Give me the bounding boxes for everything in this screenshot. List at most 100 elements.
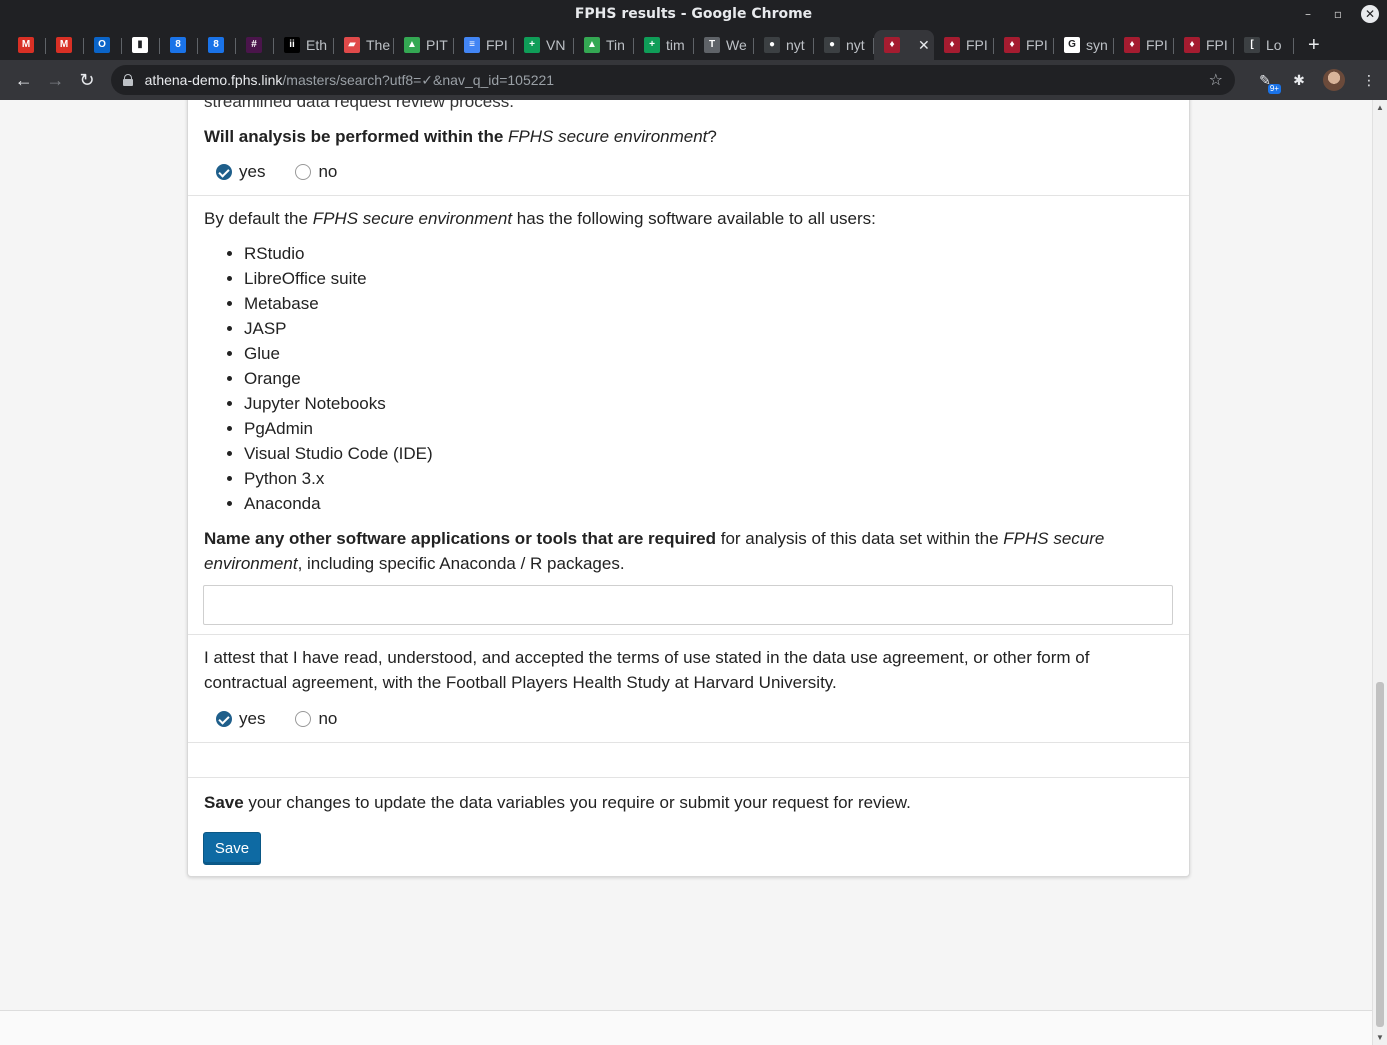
- browser-tab[interactable]: M: [8, 30, 46, 60]
- puzzle-icon[interactable]: ✱: [1289, 70, 1309, 90]
- menu-dots-icon[interactable]: ⋮: [1359, 70, 1379, 90]
- tab-close-icon[interactable]: ✕: [918, 37, 930, 54]
- profile-avatar[interactable]: [1322, 69, 1345, 91]
- drive-icon: ▲: [584, 37, 600, 53]
- question-bold: Will analysis be performed within the: [204, 127, 509, 146]
- browser-tab[interactable]: ♦ FPI: [934, 30, 994, 60]
- list-item: Glue: [244, 341, 433, 366]
- docs-icon: ≡: [464, 37, 480, 53]
- browser-tab[interactable]: ♦ FPI: [1174, 30, 1234, 60]
- browser-tab[interactable]: ♦ ✕: [874, 30, 934, 60]
- page-footer: [0, 1011, 1372, 1045]
- restore-icon[interactable]: ▫: [1331, 0, 1345, 28]
- ii-icon: ii: [284, 37, 300, 53]
- radio-unchecked-icon[interactable]: [295, 711, 312, 727]
- software-intro-pre: By default the: [204, 209, 313, 228]
- browser-tab[interactable]: ▰ The: [334, 30, 394, 60]
- tab-label: PIT: [426, 37, 448, 53]
- browser-tab[interactable]: ii Eth: [274, 30, 334, 60]
- list-item: PgAdmin: [244, 416, 433, 441]
- radio-label: yes: [239, 162, 266, 181]
- question-bold: Name any other software applications or …: [204, 529, 717, 548]
- url-path: /masters/search?utf8=✓&nav_q_id=105221: [282, 71, 555, 88]
- section-save: Save your changes to update the data var…: [188, 778, 1189, 876]
- question-mid: for analysis of this data set within the: [716, 529, 1004, 548]
- tab-label: nyt: [846, 37, 865, 53]
- browser-tab[interactable]: M: [46, 30, 84, 60]
- request-form-panel: streamlined data request review process.…: [187, 100, 1190, 877]
- browser-tab[interactable]: ● nyt: [814, 30, 874, 60]
- browser-tab[interactable]: ≡ FPI: [454, 30, 514, 60]
- address-bar[interactable]: athena-demo.fphs.link/masters/search?utf…: [110, 65, 1235, 95]
- harvard-shield-icon: ♦: [944, 37, 960, 53]
- section-attestation: I attest that I have read, understood, a…: [188, 635, 1189, 743]
- drive-icon: ▲: [404, 37, 420, 53]
- extension-icon[interactable]: ✎ 9+: [1255, 70, 1281, 94]
- browser-tab[interactable]: ● nyt: [754, 30, 814, 60]
- browser-tab[interactable]: Gsyn: [1054, 30, 1114, 60]
- page-scrollbar[interactable]: ▲ ▼: [1372, 100, 1387, 1045]
- tab-label: FPI: [966, 37, 988, 53]
- software-intro-italic: FPHS secure environment: [312, 209, 513, 228]
- browser-tab[interactable]: ▲ Tin: [574, 30, 634, 60]
- browser-tab[interactable]: [Lo: [1234, 30, 1294, 60]
- previous-text: streamlined data request review process.: [204, 100, 514, 111]
- browser-tab[interactable]: ♦ FPI: [994, 30, 1054, 60]
- extension-icons: ✎ 9+ ✱ ⋮: [1255, 69, 1379, 94]
- radio-group-attestation: yes no: [216, 709, 337, 729]
- forward-icon[interactable]: →: [40, 64, 72, 96]
- radio-checked-icon[interactable]: [216, 164, 232, 180]
- window-title: FPHS results - Google Chrome: [574, 6, 813, 22]
- tab-label: syn: [1086, 37, 1108, 53]
- list-item: Jupyter Notebooks: [244, 391, 433, 416]
- software-list: RStudioLibreOffice suiteMetabaseJASPGlue…: [204, 241, 433, 516]
- browser-tab[interactable]: ♦ FPI: [1114, 30, 1174, 60]
- tab-label: Tin: [606, 37, 625, 53]
- save-button[interactable]: Save: [203, 832, 261, 865]
- radio-no-attestation[interactable]: no: [295, 709, 337, 729]
- browser-tab[interactable]: #: [236, 30, 274, 60]
- question-tail: ?: [707, 127, 717, 146]
- question-italic: FPHS secure environment: [508, 127, 708, 146]
- save-bold: Save: [204, 793, 244, 812]
- radio-unchecked-icon[interactable]: [295, 164, 312, 180]
- tab-label: The: [366, 37, 391, 53]
- browser-tab[interactable]: ▲ PIT: [394, 30, 454, 60]
- harvard-shield-icon: ♦: [1004, 37, 1020, 53]
- harvard-shield-icon: ♦: [1124, 37, 1140, 53]
- browser-tab[interactable]: 8: [198, 30, 236, 60]
- window-titlebar: FPHS results - Google Chrome – ▫ ✕: [0, 0, 1387, 28]
- radio-yes-attestation[interactable]: yes: [216, 709, 265, 729]
- scrollbar-thumb[interactable]: [1376, 682, 1384, 1027]
- browser-tab[interactable]: O: [84, 30, 122, 60]
- browser-tab[interactable]: + VN: [514, 30, 574, 60]
- browser-tab[interactable]: T We: [694, 30, 754, 60]
- software-intro: By default the FPHS secure environment h…: [204, 206, 876, 231]
- other-software-input[interactable]: [203, 585, 1173, 625]
- radio-checked-icon[interactable]: [216, 711, 232, 727]
- gmail-icon: M: [18, 37, 34, 53]
- tab-label: Eth: [306, 37, 328, 53]
- scroll-up-icon[interactable]: ▲: [1376, 103, 1384, 112]
- browser-tab[interactable]: + tim: [634, 30, 694, 60]
- ticket-icon: ▰: [344, 37, 360, 53]
- reload-icon[interactable]: ↻: [71, 64, 103, 96]
- question-other-software: Name any other software applications or …: [204, 526, 1164, 576]
- list-item: Python 3.x: [244, 466, 433, 491]
- back-icon[interactable]: ←: [8, 64, 40, 96]
- trello-icon: ▮: [132, 37, 148, 53]
- browser-tab[interactable]: ▮: [122, 30, 160, 60]
- window-close-icon[interactable]: ✕: [1361, 5, 1379, 23]
- scroll-down-icon[interactable]: ▼: [1376, 1033, 1384, 1042]
- radio-no-secure-environment[interactable]: no: [295, 162, 337, 182]
- browser-tab[interactable]: 8: [160, 30, 198, 60]
- window-controls: – ▫ ✕: [1301, 0, 1379, 28]
- minimize-icon[interactable]: –: [1301, 0, 1315, 28]
- list-item: Anaconda: [244, 491, 433, 516]
- bookmark-star-icon[interactable]: ☆: [1209, 70, 1223, 90]
- radio-yes-secure-environment[interactable]: yes: [216, 162, 265, 182]
- sheets-icon: +: [644, 37, 660, 53]
- software-intro-post: has the following software available to …: [512, 209, 876, 228]
- new-tab-icon[interactable]: +: [1308, 30, 1320, 60]
- lock-icon[interactable]: [122, 74, 133, 86]
